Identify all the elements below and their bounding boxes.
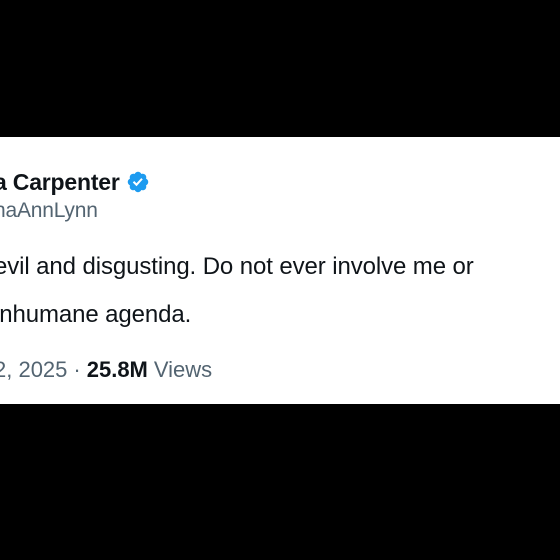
screenshot-frame: a Carpenter naAnnLynn evil and disgustin… — [0, 0, 560, 560]
views-label[interactable]: Views — [154, 357, 212, 383]
tweet-meta: 2, 2025 · 25.8M Views — [0, 357, 212, 383]
tweet-text: evil and disgusting. Do not ever involve… — [0, 243, 560, 339]
author-display-name[interactable]: a Carpenter — [0, 169, 120, 196]
author-handle[interactable]: naAnnLynn — [0, 199, 150, 223]
tweet-text-line: evil and disgusting. Do not ever involve… — [0, 253, 474, 280]
meta-separator: · — [73, 357, 81, 382]
verified-badge-icon — [126, 170, 150, 194]
tweet-date[interactable]: 2, 2025 — [0, 357, 67, 383]
tweet-text-line: inhumane agenda. — [0, 301, 192, 328]
views-count[interactable]: 25.8M — [87, 357, 148, 383]
author-name-row: a Carpenter — [0, 167, 150, 197]
tweet-card[interactable]: a Carpenter naAnnLynn evil and disgustin… — [0, 137, 560, 404]
tweet-header: a Carpenter naAnnLynn — [0, 167, 150, 223]
